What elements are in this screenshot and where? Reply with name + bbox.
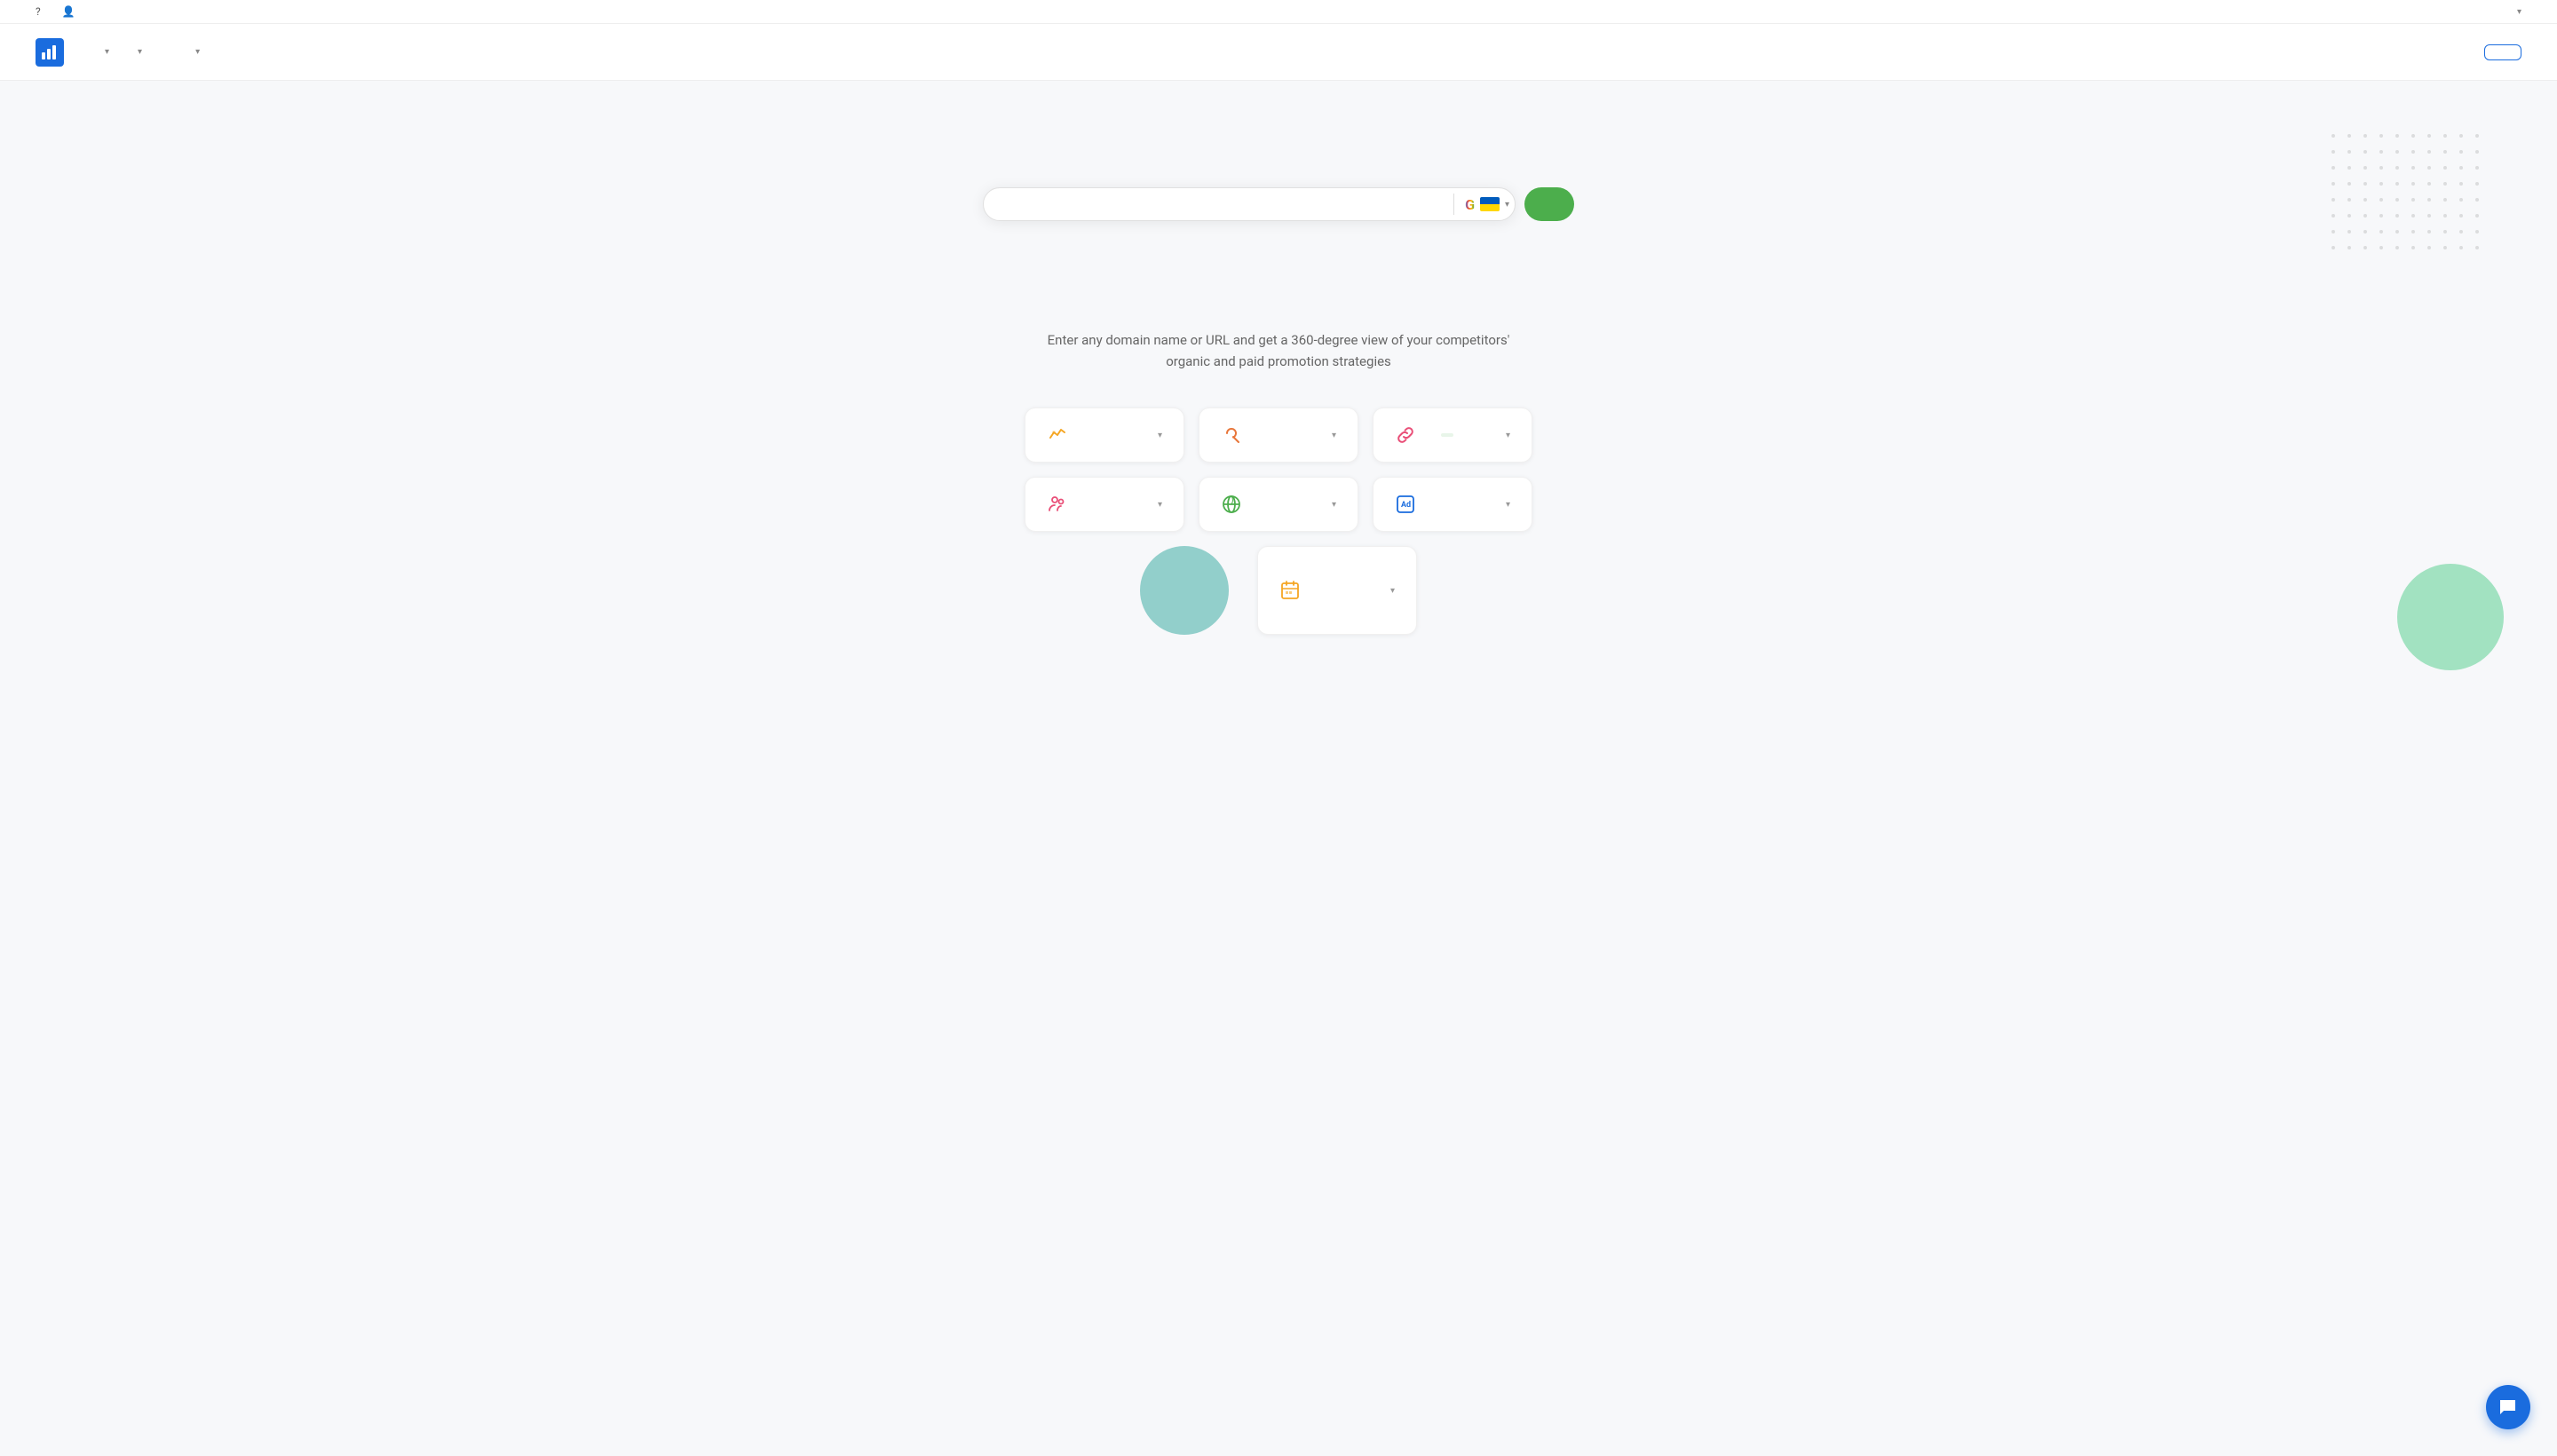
logo-bars-icon	[41, 44, 59, 61]
top-bar-left: ? 👤	[36, 5, 79, 18]
help-center-link[interactable]: ?	[36, 5, 44, 18]
help-icon: ?	[36, 5, 41, 18]
projects-button[interactable]	[2484, 44, 2521, 60]
feature-card-backlinks[interactable]: ▾	[1373, 408, 1532, 463]
person-icon: 👤	[62, 5, 75, 18]
circle-green-decoration	[2397, 564, 2504, 670]
navbar: ▾ ▾ ▾	[0, 24, 2557, 81]
competitors-icon	[1047, 494, 1068, 515]
svg-text:Ad: Ad	[1401, 501, 1411, 510]
logo[interactable]	[36, 38, 69, 67]
features-chevron-icon: ▾	[138, 47, 142, 57]
competitors-chevron-icon: ▾	[1158, 500, 1162, 510]
hero-section: const dotsContainer = document.querySele…	[0, 81, 2557, 319]
keywords-chevron-icon: ▾	[1332, 431, 1336, 440]
feature-card-competitors[interactable]: ▾	[1025, 477, 1184, 532]
feature-card-historical-data[interactable]: ▾	[1257, 546, 1417, 635]
global-metrics-chevron-icon: ▾	[1332, 500, 1336, 510]
nav-resources[interactable]: ▾	[192, 47, 200, 57]
teal-circle-decoration	[1140, 546, 1229, 635]
nav-why-se-ranking[interactable]: ▾	[101, 47, 109, 57]
logo-icon	[36, 38, 64, 67]
traffic-chevron-icon: ▾	[1158, 431, 1162, 440]
ukraine-flag-icon	[1480, 197, 1500, 211]
nav-right	[2466, 44, 2521, 60]
backlinks-new-badge	[1441, 433, 1453, 437]
ads-chevron-icon: ▾	[1506, 500, 1510, 510]
search-divider	[1453, 194, 1454, 215]
search-bar: G ▾	[983, 187, 1516, 221]
feature-cards-grid: ▾ ▾ ▾	[941, 408, 1616, 635]
cards-row-2: ▾ ▾ Ad ▾	[1025, 477, 1532, 532]
why-chevron-icon: ▾	[105, 47, 109, 57]
cards-row-3: ▾	[941, 546, 1616, 635]
keywords-icon	[1221, 424, 1242, 446]
nav-features[interactable]: ▾	[134, 47, 142, 57]
backlinks-icon	[1395, 424, 1416, 446]
domain-url-input[interactable]	[1005, 197, 1443, 212]
cards-row-1: ▾ ▾ ▾	[1025, 408, 1532, 463]
feature-card-keywords[interactable]: ▾	[1199, 408, 1358, 463]
features-section: Enter any domain name or URL and get a 3…	[0, 329, 2557, 688]
google-icon: G	[1465, 196, 1475, 213]
nav-left: ▾ ▾ ▾	[36, 38, 200, 67]
language-selector[interactable]: ▾	[2506, 7, 2521, 17]
global-metrics-icon	[1221, 494, 1242, 515]
country-chevron-icon: ▾	[1505, 200, 1509, 210]
request-demo-link[interactable]: 👤	[62, 5, 79, 18]
chat-icon	[2498, 1397, 2519, 1418]
top-bar: ? 👤 ▾	[0, 0, 2557, 24]
traffic-icon	[1047, 424, 1068, 446]
backlinks-chevron-icon: ▾	[1506, 431, 1510, 440]
feature-card-traffic[interactable]: ▾	[1025, 408, 1184, 463]
analyse-button[interactable]	[1524, 187, 1574, 221]
historical-data-icon	[1279, 580, 1301, 601]
features-description: Enter any domain name or URL and get a 3…	[36, 329, 2521, 372]
ads-icon: Ad	[1395, 494, 1416, 515]
historical-data-chevron-icon: ▾	[1390, 586, 1395, 596]
lang-chevron-icon: ▾	[2517, 7, 2521, 17]
feature-card-global-metrics[interactable]: ▾	[1199, 477, 1358, 532]
country-selector[interactable]: G ▾	[1465, 196, 1509, 213]
nav-links: ▾ ▾ ▾	[101, 47, 200, 57]
feature-card-ads[interactable]: Ad ▾	[1373, 477, 1532, 532]
chat-bubble-button[interactable]	[2486, 1385, 2530, 1429]
search-container: G ▾	[36, 187, 2521, 221]
resources-chevron-icon: ▾	[195, 47, 200, 57]
